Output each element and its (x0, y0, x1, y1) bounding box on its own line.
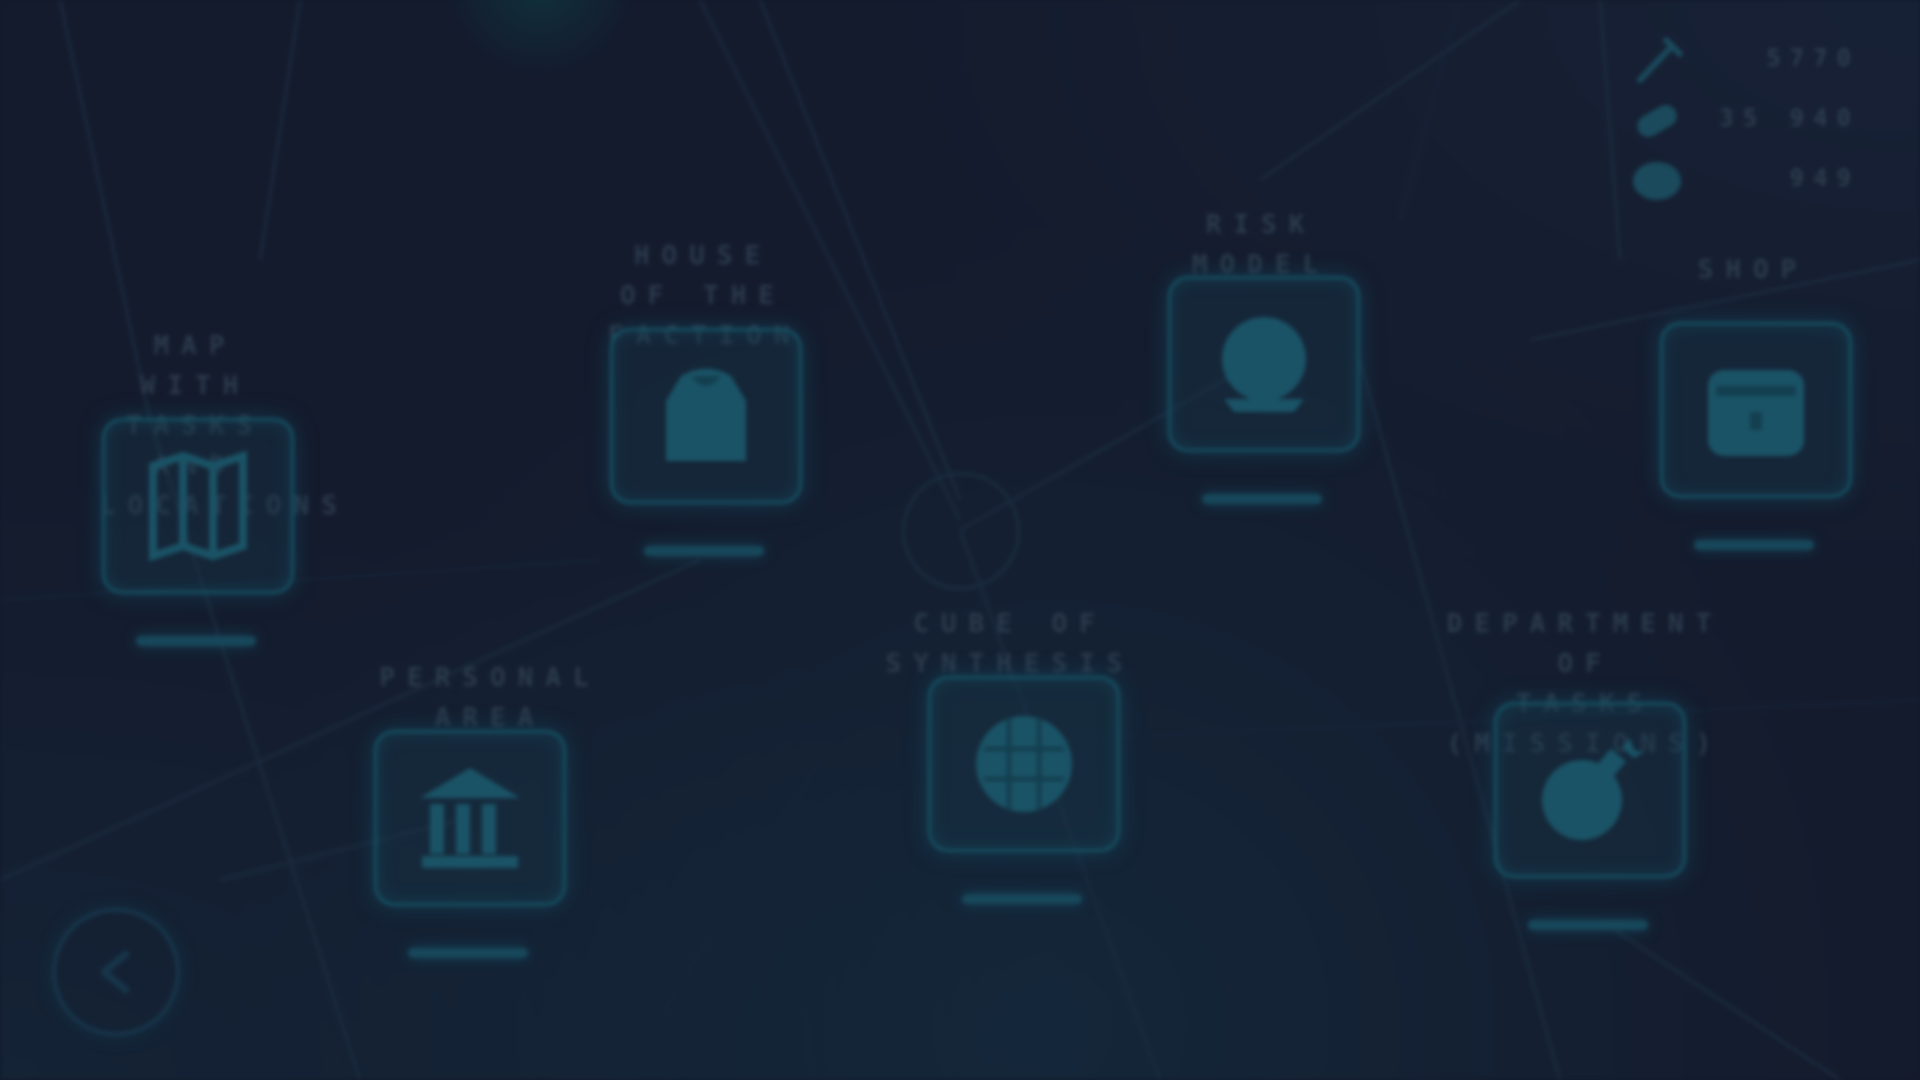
cube-icon (976, 716, 1072, 812)
node-shop-title-wrap: SHOP (1658, 250, 1848, 290)
resource-panel: 5770 35 940 949 (1630, 30, 1860, 210)
resource-syringe: 5770 (1630, 30, 1860, 90)
node-cube-progress (962, 894, 1082, 904)
hub-ring (902, 472, 1020, 590)
resource-brain-value: 949 (1789, 164, 1860, 192)
syringe-icon (1637, 37, 1683, 83)
hoodie-icon (666, 368, 746, 461)
node-personal-button[interactable] (374, 730, 566, 906)
back-button[interactable] (52, 908, 180, 1036)
node-dept-button[interactable] (1494, 702, 1686, 878)
node-risk-title-wrap: RISK MODEL (1166, 205, 1356, 285)
node-risk-progress (1202, 494, 1322, 504)
pill-icon (1637, 105, 1677, 137)
bomb-icon (1542, 738, 1644, 840)
node-shop-progress (1694, 540, 1814, 550)
resource-syringe-value: 5770 (1766, 44, 1860, 72)
resource-brain: 949 (1630, 150, 1860, 210)
node-personal-progress (408, 948, 528, 958)
node-title-personal: PERSONAL AREA (379, 663, 601, 733)
node-title-cube: CUBE OF SYNTHESIS (885, 609, 1135, 679)
node-risk-button[interactable] (1168, 276, 1360, 452)
brain-icon (1633, 162, 1681, 200)
node-dept-progress (1528, 920, 1648, 930)
node-cube-title-wrap: CUBE OF SYNTHESIS (820, 604, 1200, 684)
map-icon (149, 450, 247, 562)
resource-pill-value: 35 940 (1719, 104, 1860, 132)
node-title-shop: SHOP (1697, 255, 1809, 285)
node-personal-title-wrap: PERSONAL AREA (370, 658, 610, 738)
node-title-risk: RISK MODEL (1191, 210, 1331, 280)
node-cube-button[interactable] (928, 676, 1120, 852)
planet-icon (1222, 317, 1306, 412)
node-map-button[interactable] (102, 418, 294, 594)
node-shop-button[interactable] (1660, 322, 1852, 498)
back-arrow-icon (100, 950, 130, 994)
node-map-progress (136, 636, 256, 646)
game-menu-screen: MAP WITH TASKS AND LOCATIONS HOUSE OF TH… (0, 0, 1920, 1080)
node-house-button[interactable] (610, 328, 802, 504)
node-house-progress (644, 546, 764, 556)
resource-pill: 35 940 (1630, 90, 1860, 150)
bank-icon (420, 768, 520, 868)
basket-icon (1708, 370, 1804, 456)
